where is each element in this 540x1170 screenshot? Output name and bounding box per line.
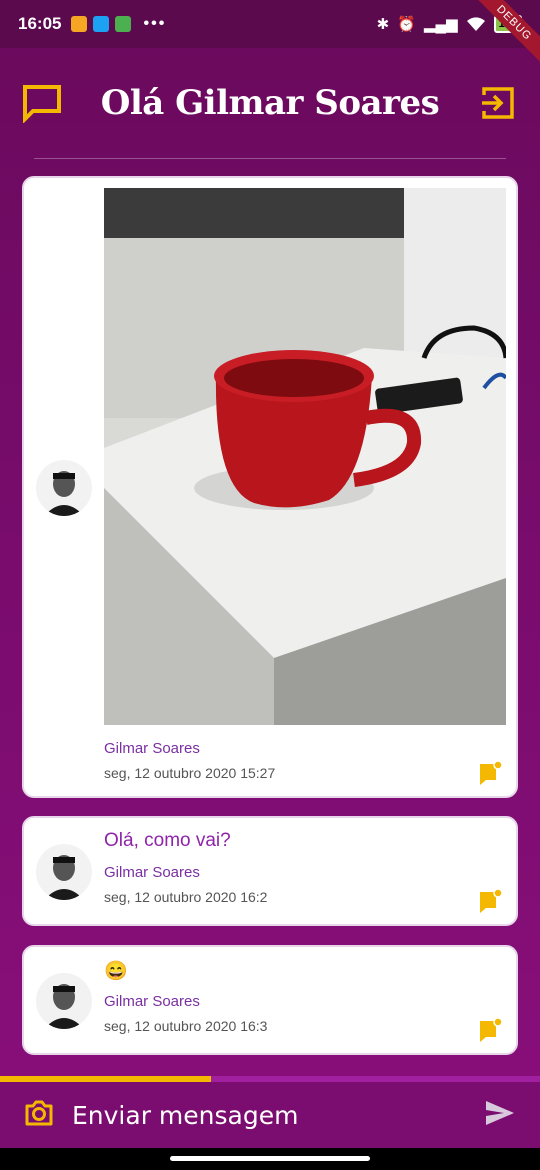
notification-app-icon — [71, 16, 88, 32]
message-content: Olá, como vai? Gilmar Soares seg, 12 out… — [104, 830, 502, 905]
send-icon[interactable] — [484, 1099, 516, 1131]
message-composer — [0, 1082, 540, 1148]
flag-comment-icon[interactable] — [478, 1017, 504, 1043]
page-title: Olá Gilmar Soares — [100, 83, 440, 123]
chat-bubble-icon[interactable] — [20, 81, 64, 125]
avatar[interactable] — [36, 973, 92, 1029]
app-header: Olá Gilmar Soares — [0, 48, 540, 158]
wifi-icon — [466, 17, 485, 31]
twitter-icon — [93, 16, 110, 32]
author-name: Gilmar Soares — [104, 864, 200, 881]
message-date: seg, 12 outubro 2020 16:2 — [104, 889, 268, 905]
message-meta: Gilmar Soares seg, 12 outubro 2020 15:27 — [104, 740, 502, 781]
message-content: 😄 Gilmar Soares seg, 12 outubro 2020 16:… — [104, 959, 502, 1034]
message-card[interactable]: Olá, como vai? Gilmar Soares seg, 12 out… — [22, 816, 518, 926]
message-date: seg, 12 outubro 2020 15:27 — [104, 765, 276, 781]
message-card[interactable]: Gilmar Soares seg, 12 outubro 2020 15:27 — [22, 176, 518, 798]
camera-icon[interactable] — [24, 1099, 54, 1131]
author-name: Gilmar Soares — [104, 993, 200, 1010]
flag-comment-icon[interactable] — [478, 888, 504, 914]
system-nav-bar — [0, 1148, 540, 1170]
more-notifications: ••• — [143, 15, 167, 32]
home-gesture-bar[interactable] — [170, 1156, 370, 1161]
message-input[interactable] — [72, 1100, 484, 1130]
status-bar: 16:05 ••• ✱ ⏰ ▂▄▆ 100 — [0, 0, 540, 48]
author-name: Gilmar Soares — [104, 740, 200, 757]
avatar[interactable] — [36, 460, 92, 516]
message-photo[interactable] — [104, 188, 506, 725]
download-icon — [115, 16, 132, 32]
message-emoji: 😄 — [104, 961, 128, 982]
message-text: Olá, como vai? — [104, 830, 231, 851]
logout-icon[interactable] — [476, 81, 520, 125]
header-divider — [34, 158, 506, 159]
avatar[interactable] — [36, 844, 92, 900]
flag-comment-icon[interactable] — [478, 760, 504, 786]
bluetooth-icon: ✱ — [376, 16, 390, 33]
alarm-icon: ⏰ — [397, 16, 416, 33]
message-date: seg, 12 outubro 2020 16:3 — [104, 1018, 268, 1034]
message-card[interactable]: 😄 Gilmar Soares seg, 12 outubro 2020 16:… — [22, 945, 518, 1055]
status-time: 16:05 — [18, 14, 62, 33]
signal-icon: ▂▄▆ — [423, 16, 458, 33]
